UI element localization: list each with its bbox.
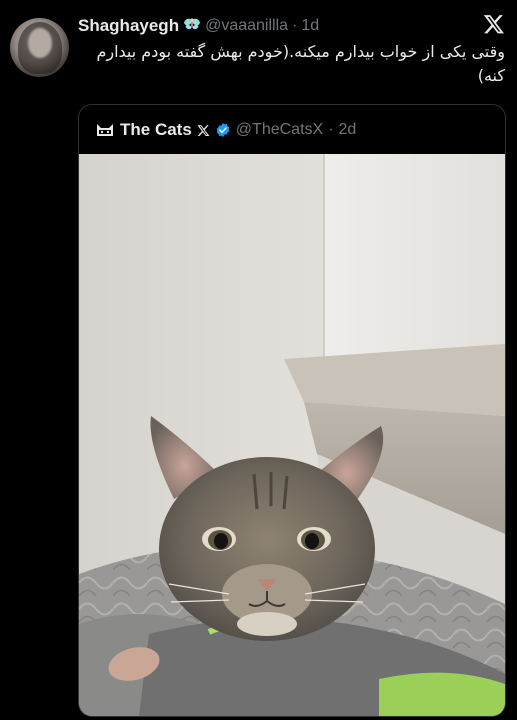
cat-photo[interactable]: [79, 154, 505, 716]
quoted-author-name[interactable]: The Cats: [120, 120, 192, 140]
quoted-tweet-time[interactable]: 2d: [339, 121, 357, 139]
fairy-icon: [183, 15, 201, 37]
quoted-author-handle[interactable]: @TheCatsX: [236, 121, 323, 139]
author-avatar[interactable]: [10, 18, 69, 77]
avatar-face: [28, 28, 52, 58]
quoted-tweet[interactable]: The Cats @TheCatsX · 2d: [78, 104, 506, 717]
author-handle[interactable]: @vaaanillla: [205, 17, 288, 35]
x-logo-icon[interactable]: [483, 13, 505, 35]
quoted-separator-dot: ·: [328, 121, 334, 138]
cat-logo-icon[interactable]: [95, 120, 115, 140]
verified-badge-icon: [216, 123, 230, 137]
author-name[interactable]: Shaghayegh: [78, 16, 179, 36]
separator-dot: ·: [292, 17, 298, 34]
x-affiliate-icon: [197, 124, 210, 136]
tweet-text: وقتی یکی از خواب بیدارم میکنه.(خودم بهش …: [96, 42, 505, 85]
tweet[interactable]: Shaghayegh @vaaanillla · 1d وقتی یکی از …: [0, 0, 517, 720]
tweet-time[interactable]: 1d: [301, 17, 319, 35]
tweet-header: Shaghayegh @vaaanillla · 1d: [78, 15, 477, 37]
quoted-tweet-header: The Cats @TheCatsX · 2d: [95, 120, 493, 140]
